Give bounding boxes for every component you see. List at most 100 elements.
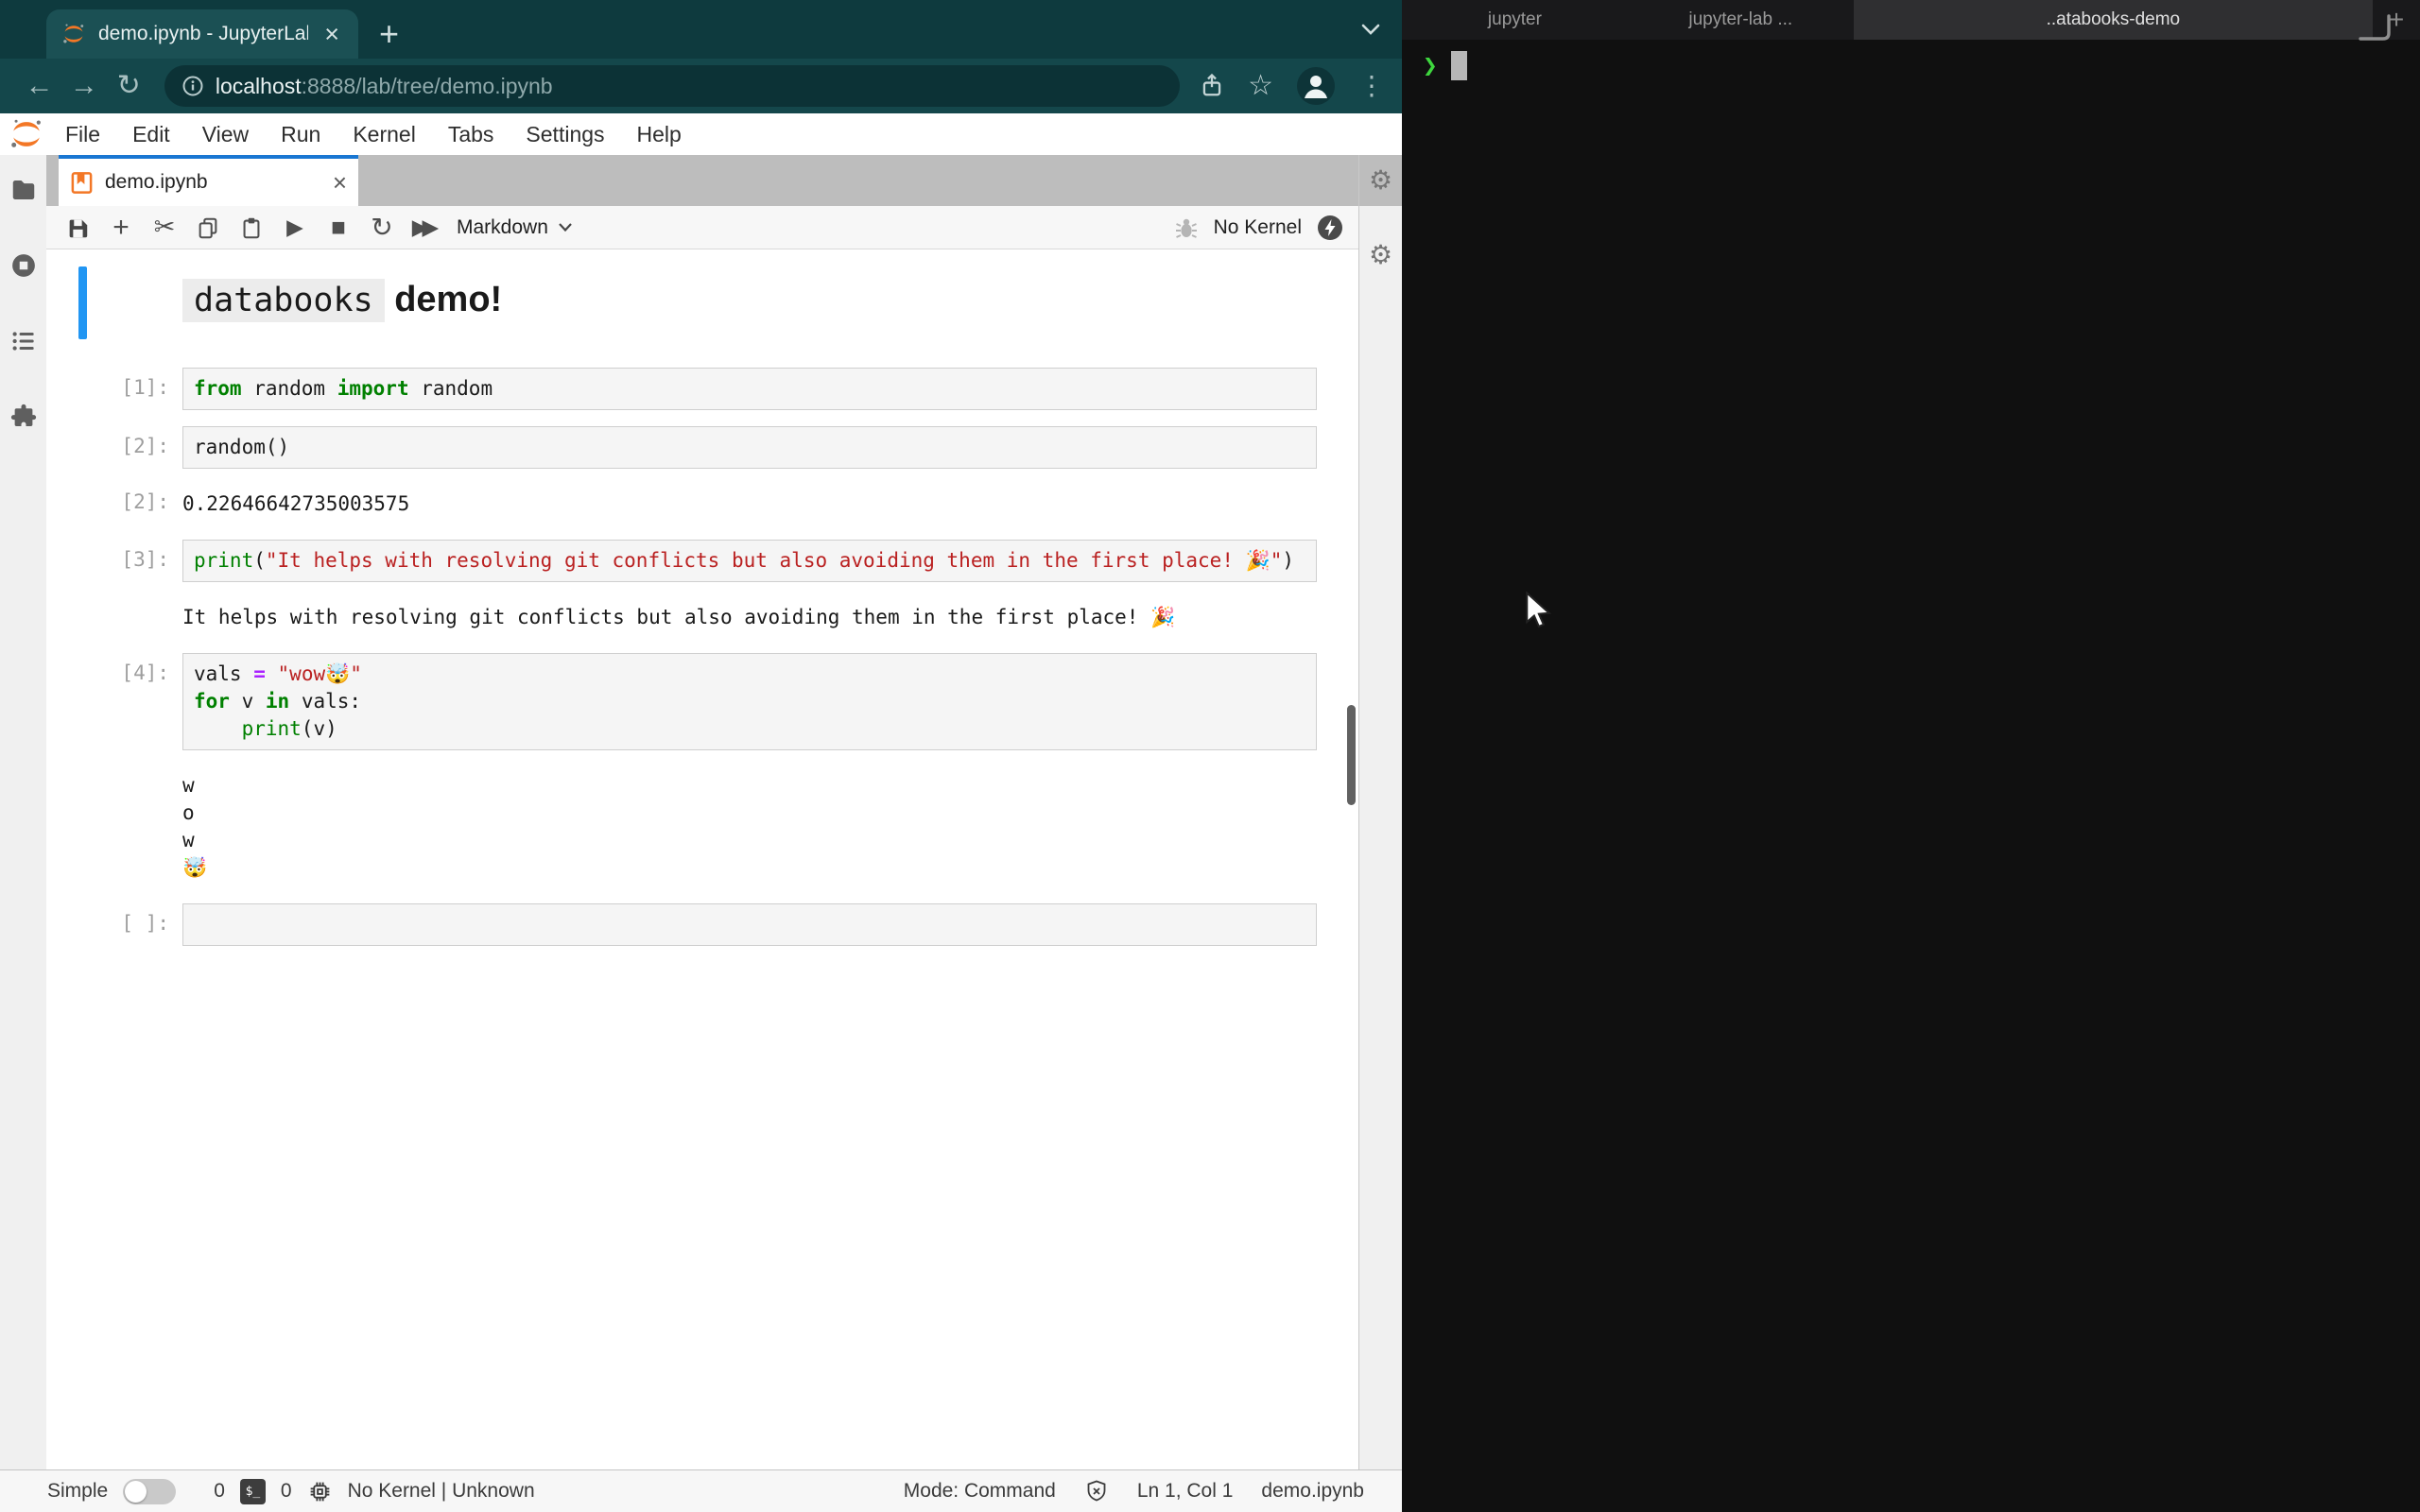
- browser-url-bar: ← → ↻ localhost:8888/lab/tree/demo.ipynb…: [0, 59, 1402, 113]
- notebook-panel[interactable]: databooks demo! [1]: from random import ra…: [46, 249, 1358, 1469]
- menu-run[interactable]: Run: [265, 122, 337, 147]
- jupyter-menu-bar: File Edit View Run Kernel Tabs Settings …: [0, 113, 1402, 155]
- terminal-body[interactable]: ❯: [1402, 40, 2420, 80]
- url-path: :8888/lab/tree/demo.ipynb: [301, 73, 553, 98]
- back-button[interactable]: ←: [17, 72, 61, 100]
- browser-tab[interactable]: demo.ipynb - JupyterLab ×: [46, 9, 358, 59]
- restart-run-all-button[interactable]: ▶▶: [404, 215, 447, 240]
- notebook-file-icon: [70, 171, 94, 195]
- interrupt-kernel-button[interactable]: ■: [317, 213, 360, 242]
- cell-input[interactable]: vals = "wow🤯" for v in vals: print(v): [182, 653, 1317, 750]
- new-tab-button[interactable]: +: [379, 17, 399, 51]
- shell-prompt: ❯: [1423, 51, 1438, 80]
- terminal-tab-databooks-demo[interactable]: ..atabooks-demo: [1853, 0, 2374, 40]
- debugger-bug-icon[interactable]: [1174, 215, 1199, 240]
- add-cell-button[interactable]: +: [99, 212, 143, 244]
- left-sidebar: [0, 155, 46, 1469]
- cursor-position[interactable]: Ln 1, Col 1: [1137, 1480, 1234, 1503]
- terminal-window: jupyter jupyter-lab ... ..atabooks-demo …: [1402, 0, 2420, 1512]
- menu-view[interactable]: View: [186, 122, 265, 147]
- menu-tabs[interactable]: Tabs: [432, 122, 510, 147]
- paste-cells-button[interactable]: [230, 215, 273, 240]
- code-cell[interactable]: [1]: from random import random: [46, 368, 1358, 410]
- simple-mode-label: Simple: [47, 1480, 109, 1502]
- menu-settings[interactable]: Settings: [510, 122, 620, 147]
- cell-prompt: [4]:: [121, 662, 169, 684]
- terminal-count-icon: $_: [239, 1478, 266, 1504]
- run-cell-button[interactable]: ▶: [273, 215, 317, 240]
- notebook-toolbar: + ✂ ▶ ■ ↻ ▶▶ Markdown No Kernel: [46, 206, 1358, 249]
- restart-kernel-button[interactable]: ↻: [360, 212, 404, 243]
- property-inspector-gears-icon[interactable]: ⚙: [1369, 167, 1392, 194]
- jupyter-favicon-icon: [61, 22, 86, 46]
- bookmark-star-icon[interactable]: ☆: [1248, 72, 1273, 100]
- save-button[interactable]: [56, 215, 99, 240]
- profile-avatar[interactable]: [1296, 66, 1336, 106]
- cell-type-dropdown[interactable]: Markdown: [457, 216, 573, 239]
- notebook-tab[interactable]: demo.ipynb ×: [59, 155, 358, 206]
- cell-output: w o w 🤯: [46, 766, 1358, 887]
- cell-input[interactable]: random(): [182, 426, 1317, 469]
- settings-gear-icon[interactable]: ⚙: [1369, 242, 1392, 268]
- menu-edit[interactable]: Edit: [116, 122, 186, 147]
- mode-indicator[interactable]: Mode: Command: [904, 1480, 1056, 1503]
- simple-mode-toggle[interactable]: [123, 1478, 177, 1504]
- copy-cells-button[interactable]: [186, 215, 230, 240]
- menu-help[interactable]: Help: [621, 122, 698, 147]
- kernel-status-icon[interactable]: [1317, 215, 1343, 241]
- table-of-contents-icon[interactable]: [9, 327, 38, 355]
- notebook-cells: databooks demo! [1]: from random import ra…: [46, 265, 1358, 946]
- share-icon[interactable]: [1199, 72, 1225, 100]
- kernel-status-text[interactable]: No Kernel | Unknown: [348, 1480, 535, 1503]
- status-bar: Simple 0 $_ 0 No Kernel | Unknown Mode: …: [0, 1469, 1402, 1512]
- document-tab-bar: demo.ipynb ×: [46, 155, 1358, 206]
- terminals-count: 0: [214, 1480, 225, 1502]
- code-cell[interactable]: [2]: random(): [46, 426, 1358, 469]
- running-kernels-icon[interactable]: [9, 251, 38, 280]
- mouse-cursor: [1524, 592, 1552, 633]
- browser-tab-close-icon[interactable]: ×: [320, 21, 343, 47]
- cell-output: [2]: 0.22646642735003575: [46, 485, 1358, 524]
- browser-tab-title: demo.ipynb - JupyterLab: [98, 23, 309, 44]
- terminal-tab-bar: jupyter jupyter-lab ... ..atabooks-demo …: [1402, 0, 2420, 40]
- browser-window: demo.ipynb - JupyterLab × + ← → ↻ localh…: [0, 0, 1402, 1512]
- code-cell[interactable]: [3]: print("It helps with resolving git c…: [46, 540, 1358, 582]
- markdown-cell[interactable]: databooks demo!: [46, 265, 1358, 345]
- selected-cell-bar: [78, 266, 87, 339]
- code-cell[interactable]: [ ]:: [46, 903, 1358, 946]
- cell-prompt: [1]:: [121, 376, 169, 399]
- cell-input[interactable]: print("It helps with resolving git confl…: [182, 540, 1317, 582]
- cell-prompt: [ ]:: [121, 912, 169, 935]
- notebook-tab-close-icon[interactable]: ×: [333, 170, 347, 195]
- trust-shield-icon[interactable]: [1084, 1479, 1109, 1503]
- file-browser-icon[interactable]: [9, 176, 38, 204]
- cut-cells-button[interactable]: ✂: [143, 213, 186, 242]
- menu-kernel[interactable]: Kernel: [337, 122, 431, 147]
- extensions-icon[interactable]: [9, 403, 38, 431]
- forward-button[interactable]: →: [61, 72, 106, 100]
- cell-input[interactable]: [182, 903, 1317, 946]
- terminal-cursor: [1450, 51, 1467, 80]
- statusbar-filename[interactable]: demo.ipynb: [1261, 1480, 1364, 1503]
- menu-file[interactable]: File: [49, 122, 116, 147]
- cell-prompt: [2]:: [121, 435, 169, 457]
- chevron-down-icon[interactable]: [1360, 23, 1381, 36]
- notebook-scrollbar[interactable]: [1347, 705, 1356, 805]
- site-info-icon[interactable]: [182, 75, 204, 97]
- cell-prompt: [46, 265, 182, 273]
- terminal-tab-jupyter[interactable]: jupyter: [1402, 0, 1628, 40]
- cell-prompt: [3]:: [121, 548, 169, 571]
- kernel-name-label[interactable]: No Kernel: [1214, 216, 1302, 239]
- terminal-tab-jupyter-lab[interactable]: jupyter-lab ...: [1628, 0, 1854, 40]
- browser-menu-icon[interactable]: ⋮: [1358, 73, 1385, 99]
- kernels-count: 0: [280, 1480, 292, 1502]
- url-input[interactable]: localhost:8888/lab/tree/demo.ipynb: [164, 65, 1181, 107]
- notebook-tab-label: demo.ipynb: [105, 171, 208, 193]
- output-prompt: [46, 766, 182, 772]
- corner-indicator-icon: [2358, 13, 2395, 43]
- cell-output: It helps with resolving git conflicts bu…: [46, 598, 1358, 637]
- kernel-chip-icon: [307, 1479, 333, 1504]
- reload-button[interactable]: ↻: [107, 72, 151, 100]
- code-cell[interactable]: [4]: vals = "wow🤯" for v in vals: print(v): [46, 653, 1358, 750]
- cell-input[interactable]: from random import random: [182, 368, 1317, 410]
